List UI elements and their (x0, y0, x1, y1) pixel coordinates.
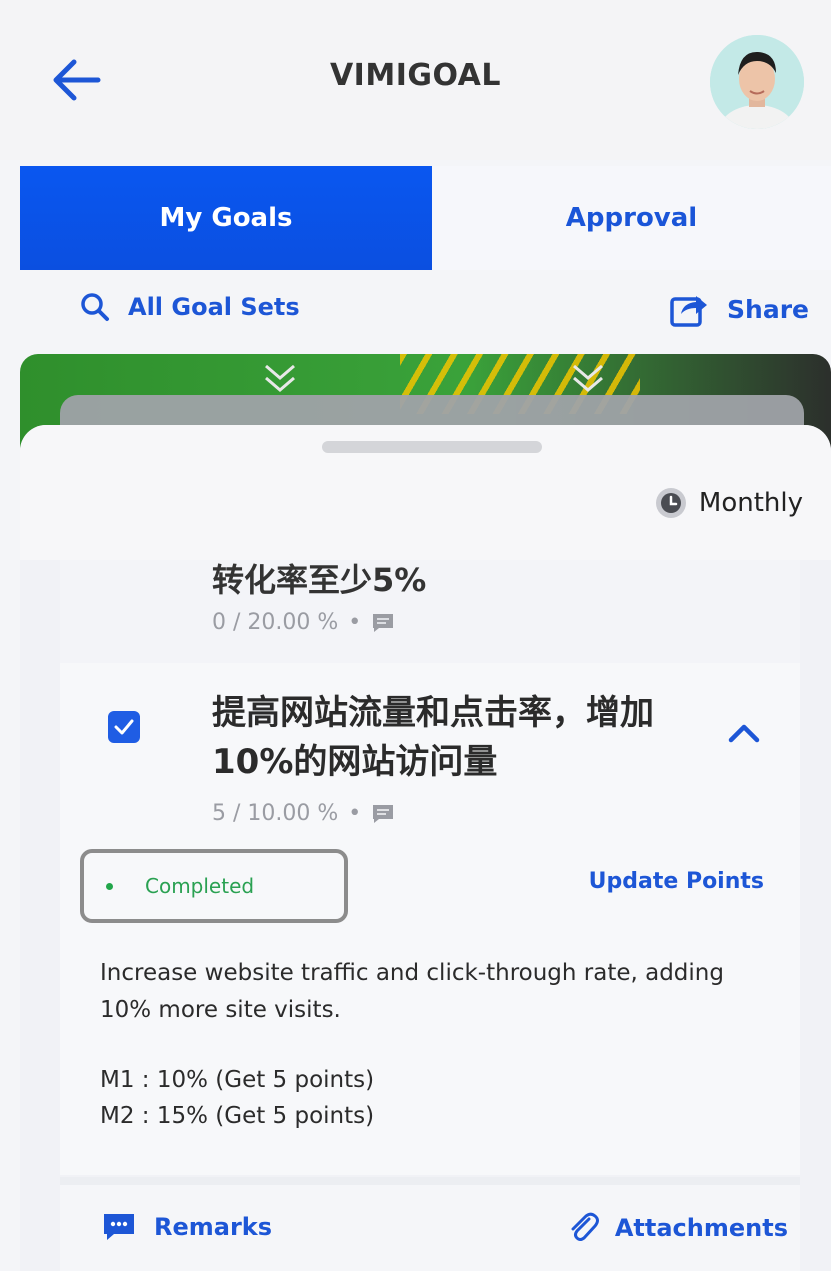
all-goal-sets-button[interactable]: All Goal Sets (80, 292, 300, 322)
paperclip-icon (571, 1212, 599, 1241)
clock-icon (655, 488, 686, 518)
period-label: Monthly (698, 488, 803, 518)
milestone-list: M1 : 10% (Get 5 points) M2 : 15% (Get 5 … (100, 1063, 374, 1134)
drag-handle[interactable] (322, 441, 542, 453)
goal-progress: 0 / 20.00 % (212, 610, 339, 635)
goal-title[interactable]: 提高网站流量和点击率，增加10%的网站访问量 (212, 689, 682, 788)
chat-icon (104, 1214, 134, 1240)
share-label: Share (727, 294, 809, 324)
goal-title: 转化率至少5% (212, 561, 427, 599)
goal-toolbar: All Goal Sets Share (0, 280, 831, 342)
period-filter[interactable]: Monthly (655, 487, 803, 519)
goal-detail-sheet: Monthly 转化率至少5% 0 / 20.00 % • 提高网站流量和点击率… (20, 425, 831, 1271)
app-title: VIMIGOAL (329, 58, 502, 93)
avatar[interactable] (710, 35, 804, 129)
all-goal-sets-label: All Goal Sets (128, 293, 300, 321)
share-button[interactable]: Share (669, 290, 809, 328)
milestone-item: M1 : 10% (Get 5 points) (100, 1067, 375, 1093)
share-icon (670, 296, 708, 327)
tab-bar: My Goals Approval (20, 166, 831, 270)
avatar-image (710, 35, 804, 129)
double-chevron-icon (573, 364, 603, 392)
comment-icon (373, 804, 394, 823)
goal-actions: Remarks Attachments (60, 1177, 800, 1271)
collapse-button[interactable] (724, 713, 764, 753)
goal-checkbox[interactable] (108, 711, 140, 743)
separator-dot: • (348, 801, 362, 826)
goal-meta: 0 / 20.00 % • (212, 610, 395, 635)
comment-icon (373, 613, 394, 632)
milestone-item: M2 : 15% (Get 5 points) (100, 1102, 375, 1129)
status-badge: Completed (80, 849, 348, 923)
goal-item-expanded: 提高网站流量和点击率，增加10%的网站访问量 5 / 10.00 % • Com… (60, 663, 800, 1175)
app-header: VIMIGOAL (0, 0, 831, 160)
checkbox-checked-icon (114, 719, 134, 735)
double-chevron-icon (265, 364, 295, 392)
update-points-button[interactable]: Update Points (589, 869, 764, 894)
goal-meta: 5 / 10.00 % • (212, 801, 395, 826)
attachments-button[interactable]: Attachments (567, 1211, 788, 1245)
status-label: Completed (145, 874, 255, 898)
search-icon (81, 293, 109, 321)
remarks-button[interactable]: Remarks (102, 1211, 272, 1243)
sheet-header: Monthly (20, 425, 831, 560)
tab-my-goals[interactable]: My Goals (20, 166, 432, 270)
attachments-label: Attachments (614, 1214, 788, 1242)
remarks-label: Remarks (154, 1213, 273, 1241)
goal-progress: 5 / 10.00 % (212, 801, 339, 826)
goal-description: Increase website traffic and click-throu… (100, 960, 724, 1023)
separator-dot: • (348, 610, 362, 635)
chevron-up-icon (728, 724, 760, 743)
tab-approval[interactable]: Approval (432, 166, 831, 270)
status-dot (106, 882, 113, 890)
